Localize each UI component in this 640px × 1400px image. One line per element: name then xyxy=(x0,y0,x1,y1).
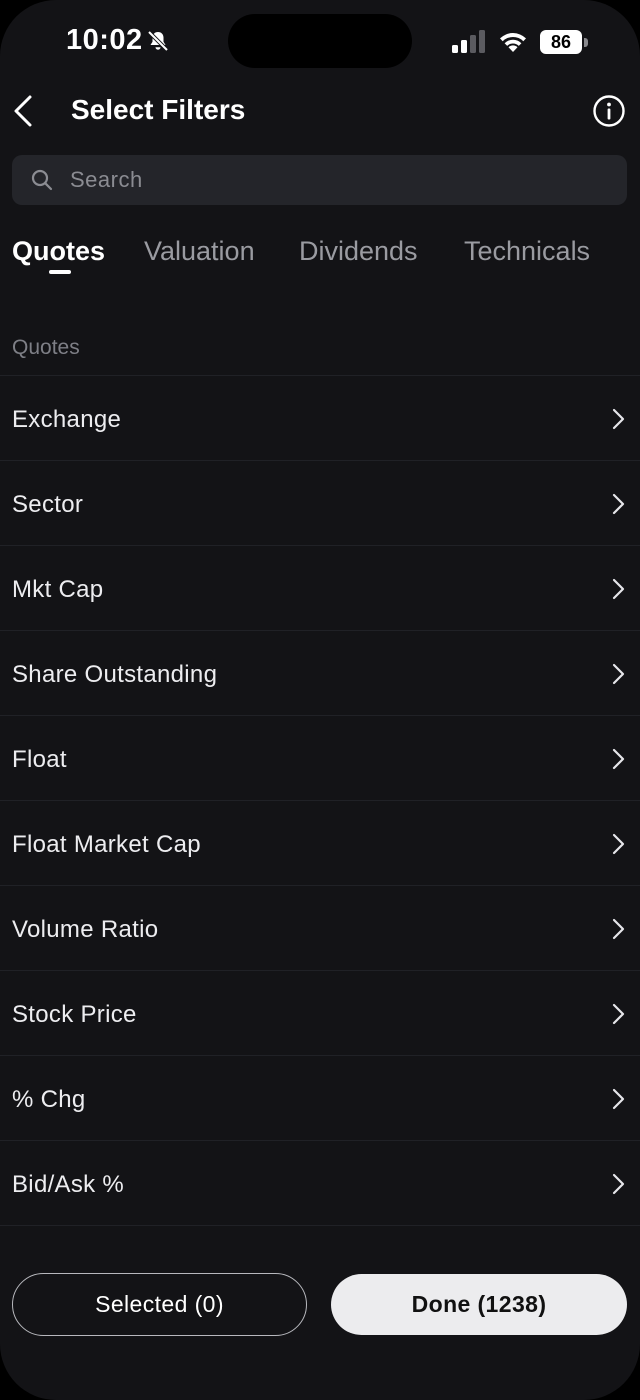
selected-button[interactable]: Selected (0) xyxy=(12,1273,307,1336)
filter-label: Share Outstanding xyxy=(12,661,218,688)
active-tab-indicator xyxy=(49,270,71,274)
filter-row-mkt-cap[interactable]: Mkt Cap xyxy=(0,545,640,630)
category-tabs: Quotes Valuation Dividends Technicals xyxy=(12,236,640,280)
filter-row-sector[interactable]: Sector xyxy=(0,460,640,545)
filter-label: Float xyxy=(12,746,67,773)
chevron-right-icon xyxy=(612,1173,625,1195)
tab-quotes[interactable]: Quotes xyxy=(12,236,105,267)
filter-label: Bid/Ask % xyxy=(12,1171,125,1198)
info-icon[interactable] xyxy=(592,94,626,128)
filter-label: Mkt Cap xyxy=(12,576,104,603)
filter-label: Volume Ratio xyxy=(12,916,159,943)
search-bar xyxy=(12,155,627,205)
chevron-right-icon xyxy=(612,1088,625,1110)
battery-level: 86 xyxy=(540,30,582,54)
back-chevron-icon[interactable] xyxy=(10,92,40,130)
chevron-right-icon xyxy=(612,918,625,940)
divider xyxy=(0,1225,640,1226)
cellular-signal-icon xyxy=(452,30,485,53)
tab-technicals[interactable]: Technicals xyxy=(464,236,590,267)
chevron-right-icon xyxy=(612,748,625,770)
battery-icon: 86 xyxy=(540,30,588,54)
filter-row-volume-ratio[interactable]: Volume Ratio xyxy=(0,885,640,970)
section-heading: Quotes xyxy=(12,336,80,359)
dynamic-island xyxy=(228,14,412,68)
filter-label: Exchange xyxy=(12,406,122,433)
filter-row-bid-ask[interactable]: Bid/Ask % xyxy=(0,1140,640,1225)
filter-row-float[interactable]: Float xyxy=(0,715,640,800)
filter-row-pct-chg[interactable]: % Chg xyxy=(0,1055,640,1140)
chevron-right-icon xyxy=(612,663,625,685)
filter-row-float-market-cap[interactable]: Float Market Cap xyxy=(0,800,640,885)
search-input[interactable] xyxy=(70,155,610,205)
chevron-right-icon xyxy=(612,408,625,430)
filter-label: % Chg xyxy=(12,1086,86,1113)
tab-dividends[interactable]: Dividends xyxy=(299,236,418,267)
wifi-icon xyxy=(500,33,526,52)
filter-label: Sector xyxy=(12,491,84,518)
filter-list: Exchange Sector Mkt Cap Share Outstandin… xyxy=(0,375,640,1226)
filter-label: Float Market Cap xyxy=(12,831,201,858)
page-title: Select Filters xyxy=(71,94,246,125)
status-time: 10:02 xyxy=(66,24,143,56)
chevron-right-icon xyxy=(612,833,625,855)
done-button[interactable]: Done (1238) xyxy=(331,1274,627,1335)
filter-row-stock-price[interactable]: Stock Price xyxy=(0,970,640,1055)
chevron-right-icon xyxy=(612,493,625,515)
filter-label: Stock Price xyxy=(12,1001,137,1028)
tab-valuation[interactable]: Valuation xyxy=(144,236,255,267)
filter-row-share-outstanding[interactable]: Share Outstanding xyxy=(0,630,640,715)
filter-row-exchange[interactable]: Exchange xyxy=(0,375,640,460)
search-icon xyxy=(31,169,53,191)
chevron-right-icon xyxy=(612,578,625,600)
app-screen: 10:02 86 Select Filters Search Quotes Va… xyxy=(0,0,640,1400)
chevron-right-icon xyxy=(612,1003,625,1025)
bell-muted-icon xyxy=(147,30,169,52)
status-bar: 10:02 86 xyxy=(0,0,640,84)
